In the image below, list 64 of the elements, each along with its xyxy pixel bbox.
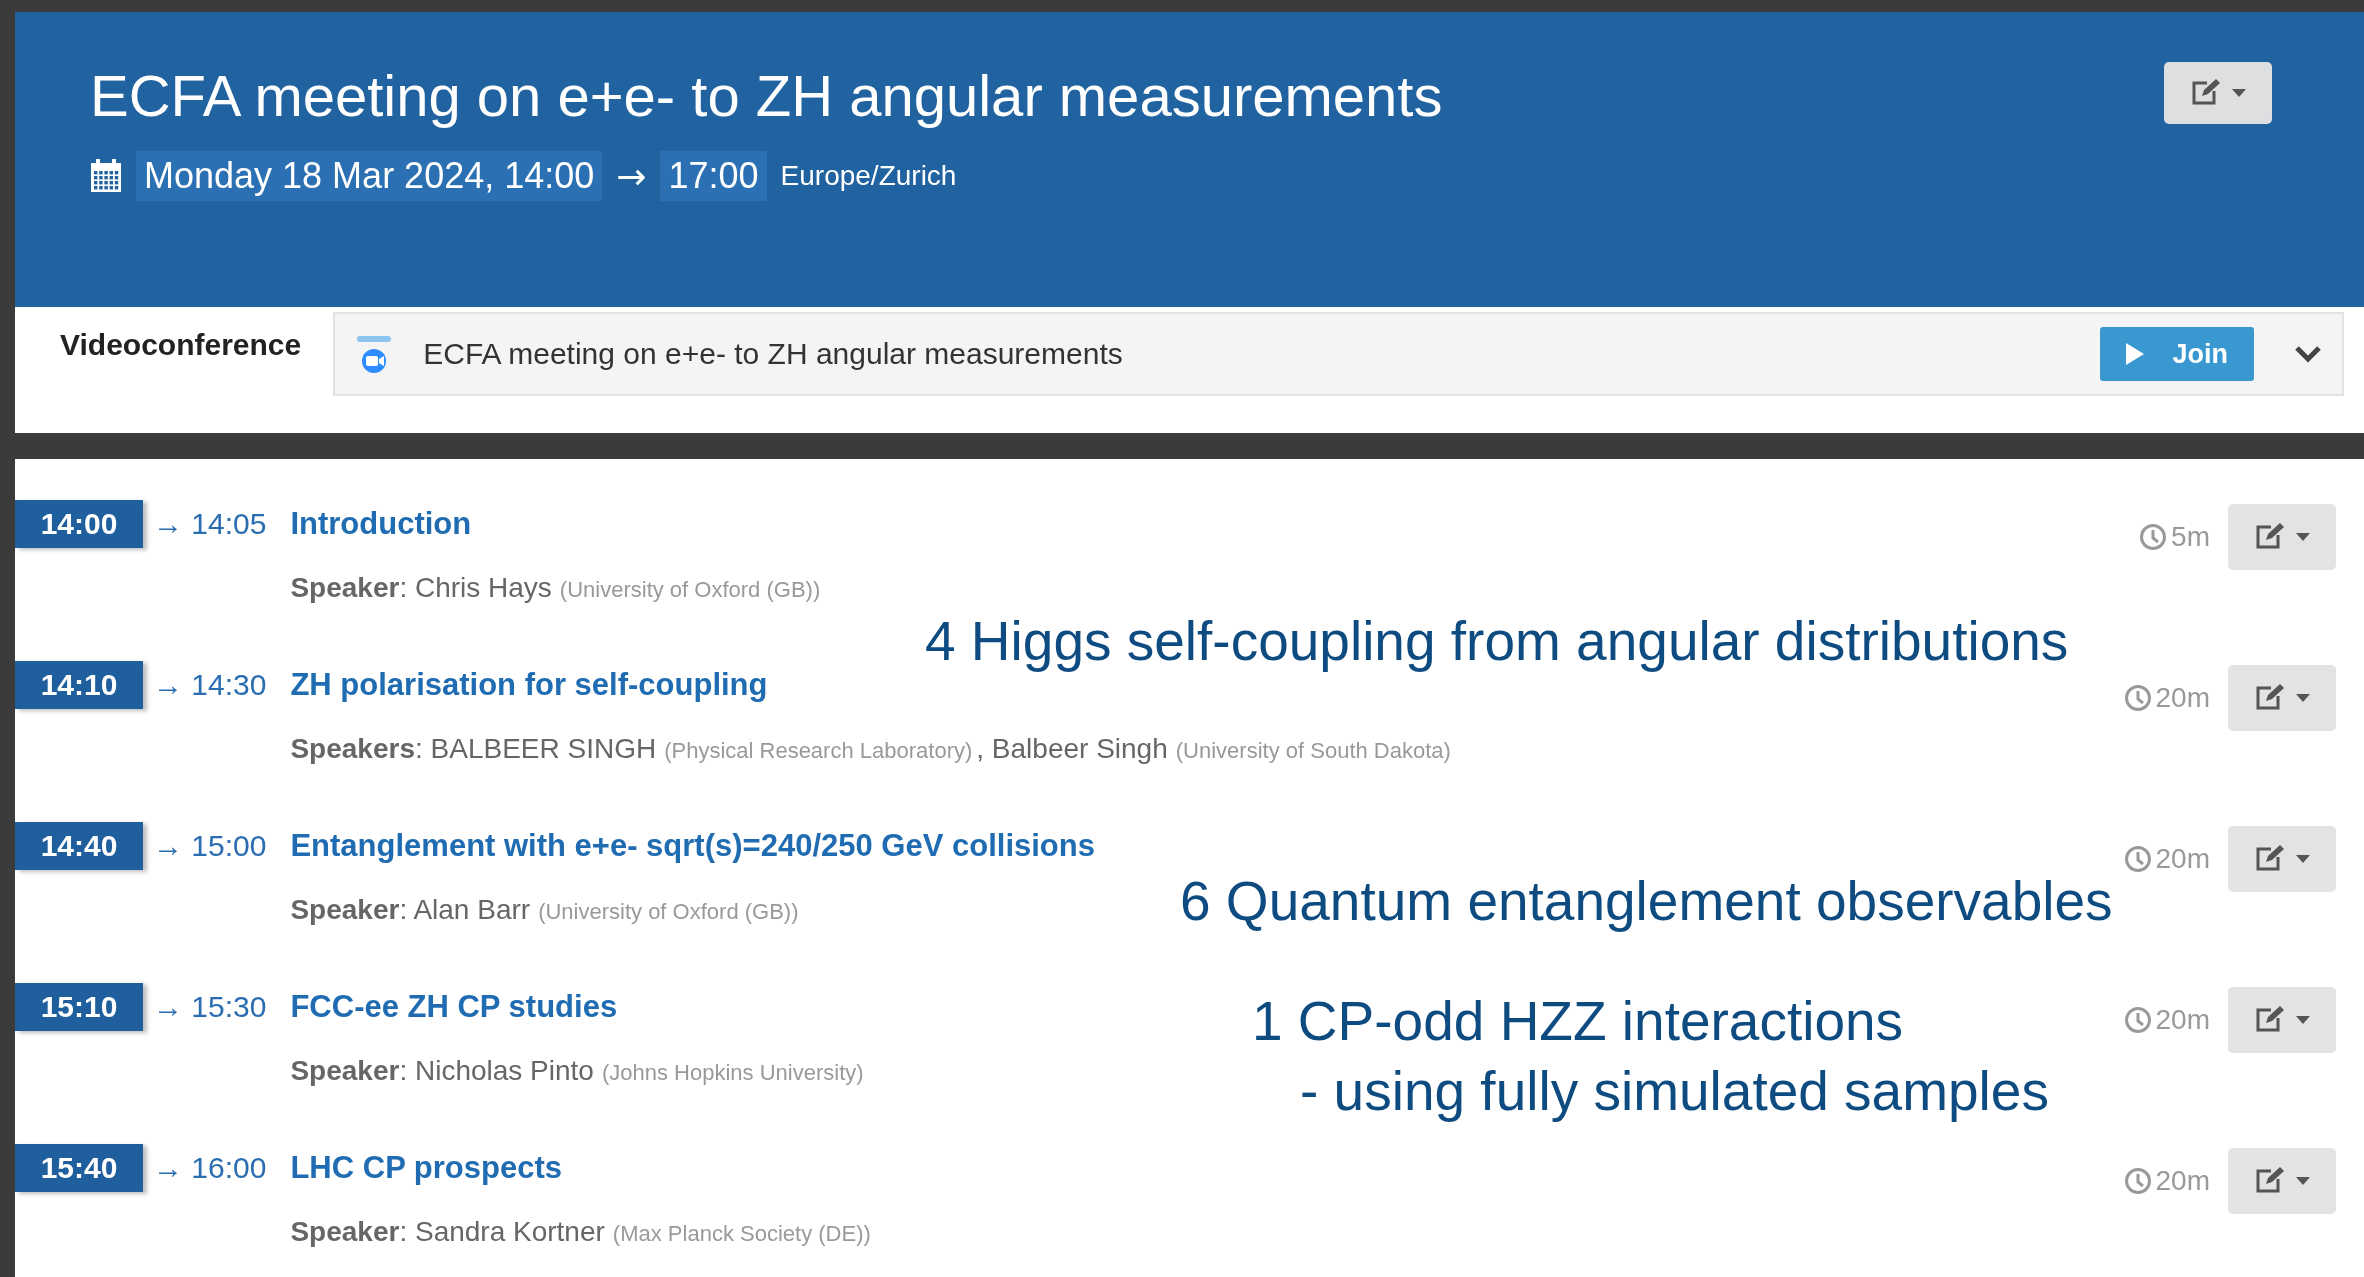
speaker-line: Speakers: BALBEER SINGH (Physical Research Laboratory), Balbeer Singh (University of South Dakota) bbox=[290, 733, 1452, 765]
event-title: ECFA meeting on e+e- to ZH angular measurements bbox=[90, 62, 1443, 129]
edit-icon bbox=[2190, 79, 2220, 107]
play-icon bbox=[2126, 343, 2145, 365]
annotation-text: 1 CP-odd HZZ interactions bbox=[1252, 989, 1904, 1053]
caret-icon bbox=[2296, 1016, 2310, 1024]
edit-menu-button[interactable] bbox=[2228, 1148, 2336, 1214]
caret-icon bbox=[2296, 1177, 2310, 1185]
edit-menu-button[interactable] bbox=[2228, 826, 2336, 892]
edit-icon bbox=[2254, 684, 2284, 712]
edit-icon bbox=[2254, 523, 2284, 551]
end-time: → 16:00 bbox=[153, 1150, 267, 1186]
start-time: 14:10 bbox=[15, 661, 143, 709]
join-button[interactable]: Join bbox=[2100, 327, 2254, 381]
caret-icon bbox=[2232, 89, 2246, 97]
caret-icon bbox=[2296, 694, 2310, 702]
speaker-line: Speaker: Sandra Kortner (Max Planck Society (DE)) bbox=[290, 1216, 872, 1248]
duration: 5m bbox=[2171, 521, 2210, 553]
caret-icon bbox=[2296, 533, 2310, 541]
speaker-line: Speaker: Chris Hays (University of Oxford (GB)) bbox=[290, 572, 822, 604]
edit-icon bbox=[2254, 1167, 2284, 1195]
start-time: 15:40 bbox=[15, 1144, 143, 1192]
end-time: → 14:05 bbox=[153, 506, 267, 542]
speaker-line: Speaker: Alan Barr (University of Oxford (GB)) bbox=[290, 894, 800, 926]
duration: 20m bbox=[2155, 843, 2210, 875]
end-time: 17:00 bbox=[660, 151, 767, 201]
clock-icon bbox=[2123, 845, 2152, 873]
edit-icon bbox=[2254, 845, 2284, 873]
annotation-text: - using fully simulated samples bbox=[1300, 1059, 2049, 1123]
clock-icon bbox=[2123, 1006, 2152, 1034]
room-name: ECFA meeting on e+e- to ZH angular measurements bbox=[423, 337, 1124, 371]
calendar-icon bbox=[90, 159, 122, 193]
edit-menu-button[interactable] bbox=[2164, 62, 2272, 124]
talk-title[interactable]: LHC CP prospects bbox=[290, 1150, 563, 1185]
edit-menu-button[interactable] bbox=[2228, 504, 2336, 570]
talk-title[interactable]: FCC-ee ZH CP studies bbox=[290, 989, 618, 1024]
start-date: Monday 18 Mar 2024, 14:00 bbox=[136, 151, 603, 201]
end-time: → 14:30 bbox=[153, 667, 267, 703]
start-time: 14:40 bbox=[15, 822, 143, 870]
annotation-text: 4 Higgs self-coupling from angular distributions bbox=[925, 609, 2069, 673]
talk-title[interactable]: ZH polarisation for self-coupling bbox=[290, 667, 768, 702]
start-time: 15:10 bbox=[15, 983, 143, 1031]
speaker-line: Speaker: Nicholas Pinto (Johns Hopkins University) bbox=[290, 1055, 865, 1087]
duration: 20m bbox=[2155, 1004, 2210, 1036]
annotation-text: 6 Quantum entanglement observables bbox=[1180, 869, 2113, 933]
edit-icon bbox=[2254, 1006, 2284, 1034]
clock-icon bbox=[2123, 684, 2152, 712]
duration: 20m bbox=[2155, 682, 2210, 714]
talk-title[interactable]: Entanglement with e+e- sqrt(s)=240/250 GeV collisions bbox=[290, 828, 1095, 863]
talk-title[interactable]: Introduction bbox=[290, 506, 472, 541]
duration: 20m bbox=[2155, 1165, 2210, 1197]
videoconference-label: Videoconference bbox=[60, 328, 302, 362]
timezone: Europe/Zurich bbox=[780, 160, 957, 192]
end-time: → 15:30 bbox=[153, 989, 267, 1025]
clock-icon bbox=[2123, 1167, 2152, 1195]
end-time: → 15:00 bbox=[153, 828, 267, 864]
video-camera-icon bbox=[355, 334, 394, 374]
clock-icon bbox=[2139, 523, 2168, 551]
edit-menu-button[interactable] bbox=[2228, 665, 2336, 731]
edit-menu-button[interactable] bbox=[2228, 987, 2336, 1053]
start-time: 14:00 bbox=[15, 500, 143, 548]
chevron-down-icon[interactable] bbox=[2294, 345, 2322, 363]
caret-icon bbox=[2296, 855, 2310, 863]
date-arrow: → bbox=[616, 155, 647, 197]
